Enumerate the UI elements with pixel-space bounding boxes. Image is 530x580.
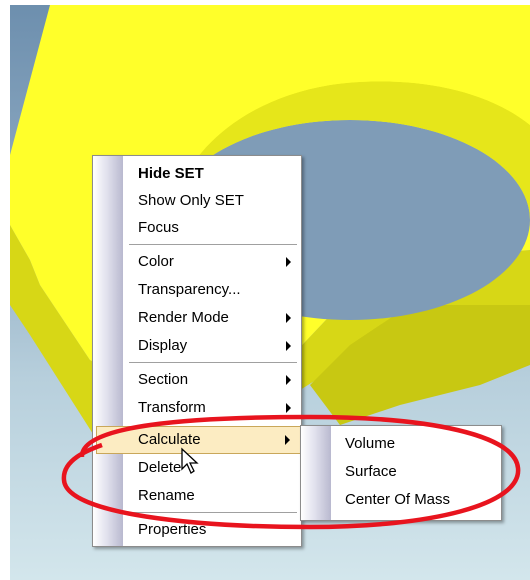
- menu-item-label: Center Of Mass: [345, 491, 451, 508]
- menu-icon-strip: [93, 156, 123, 546]
- menu-item-display[interactable]: Display: [123, 332, 301, 360]
- menu-item-label: Surface: [345, 463, 397, 480]
- menu-item-show-only-set[interactable]: Show Only SET: [123, 187, 301, 215]
- menu-separator: [129, 244, 297, 245]
- submenu-item-surface[interactable]: Surface: [331, 458, 501, 486]
- menu-item-delete[interactable]: Delete: [123, 454, 301, 482]
- menu-item-transform[interactable]: Transform: [123, 394, 301, 422]
- menu-item-focus[interactable]: Focus: [123, 214, 301, 242]
- menu-separator: [129, 362, 297, 363]
- submenu-arrow-icon: [286, 403, 291, 413]
- menu-item-label: Rename: [138, 487, 195, 504]
- menu-item-hide-set[interactable]: Hide SET: [123, 160, 301, 188]
- calculate-submenu: Volume Surface Center Of Mass: [300, 425, 502, 521]
- menu-item-label: Volume: [345, 435, 396, 452]
- menu-item-label: Delete: [138, 459, 182, 476]
- menu-item-color[interactable]: Color: [123, 248, 301, 276]
- submenu-arrow-icon: [286, 375, 291, 385]
- submenu-item-volume[interactable]: Volume: [331, 430, 501, 458]
- menu-item-label: Display: [138, 337, 188, 354]
- submenu-arrow-icon: [286, 341, 291, 351]
- menu-item-rename[interactable]: Rename: [123, 482, 301, 510]
- menu-item-label: Properties: [138, 521, 207, 538]
- submenu-arrow-icon: [286, 257, 291, 267]
- menu-item-properties[interactable]: Properties: [123, 516, 301, 544]
- submenu-item-center-of-mass[interactable]: Center Of Mass: [331, 486, 501, 514]
- menu-item-label: Hide SET: [138, 165, 204, 182]
- menu-item-label: Show Only SET: [138, 192, 244, 209]
- submenu-arrow-icon: [285, 435, 290, 445]
- menu-item-label: Transform: [138, 399, 206, 416]
- 3d-viewport[interactable]: Hide SET Show Only SET Focus Color Trans…: [10, 5, 530, 580]
- menu-icon-strip: [301, 426, 331, 520]
- menu-item-label: Color: [138, 253, 174, 270]
- menu-item-label: Transparency...: [138, 281, 241, 298]
- menu-item-transparency[interactable]: Transparency...: [123, 276, 301, 304]
- mouse-pointer-icon: [181, 447, 199, 474]
- menu-item-label: Calculate: [138, 431, 201, 448]
- submenu-arrow-icon: [286, 313, 291, 323]
- menu-item-label: Focus: [138, 219, 179, 236]
- menu-item-section[interactable]: Section: [123, 366, 301, 394]
- menu-item-label: Section: [138, 371, 189, 388]
- context-menu: Hide SET Show Only SET Focus Color Trans…: [92, 155, 302, 547]
- menu-item-render-mode[interactable]: Render Mode: [123, 304, 301, 332]
- menu-separator: [129, 512, 297, 513]
- menu-item-label: Render Mode: [138, 309, 229, 326]
